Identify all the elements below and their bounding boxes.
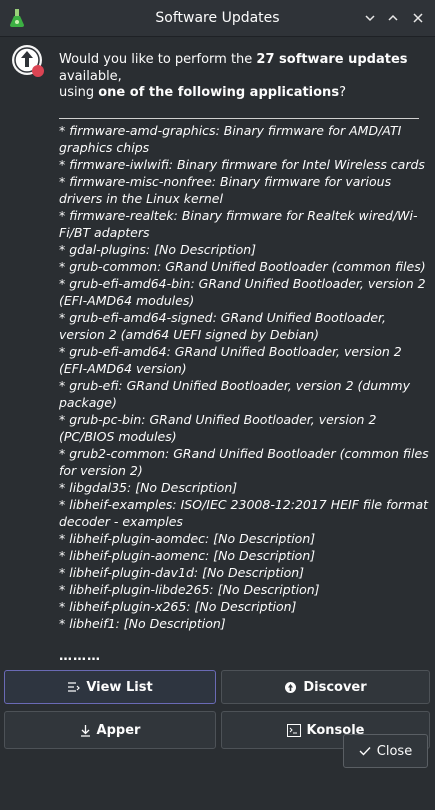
discover-button[interactable]: Discover — [221, 670, 430, 704]
maximize-button[interactable] — [383, 8, 403, 28]
list-item: * libgdal35: [No Description] — [59, 480, 238, 495]
close-window-button[interactable] — [408, 8, 428, 28]
list-item: * grub-efi-amd64-signed: GRand Unified B… — [59, 310, 387, 342]
list-item: * libheif-plugin-x265: [No Description] — [59, 599, 297, 614]
list-item: * firmware-realtek: Binary firmware for … — [59, 208, 418, 240]
list-item: * libheif1: [No Description] — [59, 616, 226, 631]
list-item: * libheif-plugin-libde265: [No Descripti… — [59, 582, 320, 597]
apper-button[interactable]: Apper — [4, 711, 216, 749]
more-indicator: ……… — [59, 649, 101, 664]
list-item: * libheif-plugin-aomenc: [No Description… — [59, 548, 316, 563]
download-icon — [80, 724, 91, 737]
system-update-icon — [12, 45, 44, 77]
list-item: * grub2-common: GRand Unified Bootloader… — [59, 446, 429, 478]
update-message: Would you like to perform the 27 softwar… — [59, 52, 408, 100]
chevron-up-icon — [388, 14, 398, 21]
list-item: * grub-efi: GRand Unified Bootloader, ve… — [59, 378, 410, 410]
discover-icon — [284, 681, 297, 694]
list-item: * grub-pc-bin: GRand Unified Bootloader,… — [59, 412, 377, 444]
list-item: * libheif-examples: ISO/IEC 23008-12:201… — [59, 497, 429, 529]
list-item: * libheif-plugin-dav1d: [No Description] — [59, 565, 305, 580]
package-list: * firmware-amd-graphics: Binary firmware… — [59, 122, 431, 632]
list-item: * firmware-misc-nonfree: Binary firmware… — [59, 174, 392, 206]
list-item: * firmware-iwlwifi: Binary firmware for … — [59, 157, 425, 172]
list-item: * grub-efi-amd64: GRand Unified Bootload… — [59, 344, 402, 376]
view-list-button[interactable]: View List — [4, 670, 216, 704]
list-icon — [67, 681, 81, 693]
terminal-icon — [286, 723, 301, 737]
separator — [59, 118, 419, 119]
dialog-body: Would you like to perform the 27 softwar… — [0, 37, 435, 810]
close-button[interactable]: Close — [343, 734, 428, 768]
chevron-down-icon — [365, 15, 375, 22]
title-bar[interactable]: Software Updates — [0, 0, 435, 37]
close-icon — [413, 13, 423, 23]
update-count: 27 software updates — [256, 52, 408, 67]
list-item: * grub-common: GRand Unified Bootloader … — [59, 259, 426, 274]
list-item: * grub-efi-amd64-bin: GRand Unified Boot… — [59, 276, 426, 308]
list-item: * gdal-plugins: [No Description] — [59, 242, 257, 257]
list-item: * firmware-amd-graphics: Binary firmware… — [59, 123, 402, 155]
list-item: * libheif-plugin-aomdec: [No Description… — [59, 531, 316, 546]
minimize-button[interactable] — [360, 8, 380, 28]
checkmark-icon — [359, 746, 371, 756]
